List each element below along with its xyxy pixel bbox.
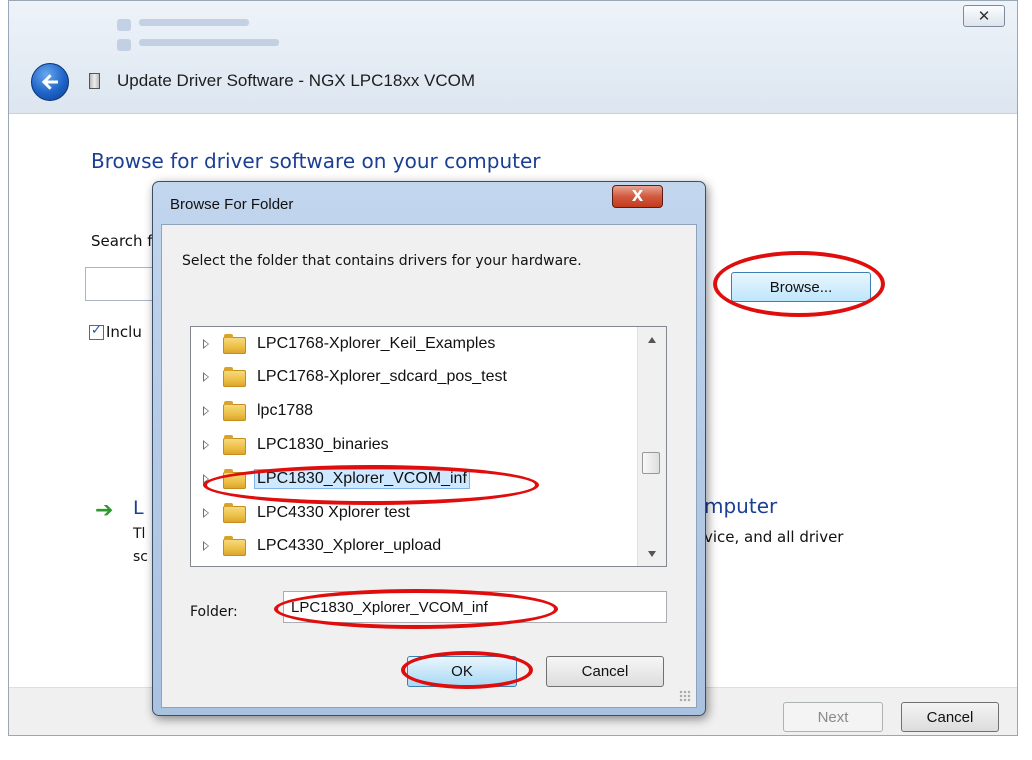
- wizard-title-bar: ✕ Update Driver Software - NGX LPC18xx V…: [9, 1, 1017, 114]
- folder-tree-item[interactable]: LPC1768-Xplorer_Keil_Examples: [191, 330, 637, 360]
- scroll-down-arrow-icon[interactable]: [648, 551, 656, 557]
- ok-button[interactable]: OK: [407, 656, 517, 687]
- folder-icon: [223, 401, 246, 421]
- folder-icon: [223, 469, 246, 489]
- folder-tree[interactable]: LPC1768-Xplorer_Keil_Examples LPC1768-Xp…: [190, 326, 667, 567]
- folder-name: lpc1788: [257, 402, 314, 419]
- dialog-title: Browse For Folder: [170, 196, 294, 213]
- device-icon: [89, 73, 100, 89]
- folder-tree-item[interactable]: LPC4330 Xplorer test: [191, 499, 637, 529]
- background-ghost-text: [139, 39, 279, 46]
- folder-icon: [223, 367, 246, 387]
- folder-name: LPC4330_Xplorer_upload: [257, 537, 442, 554]
- dialog-instruction: Select the folder that contains drivers …: [182, 253, 582, 269]
- expand-arrow-icon[interactable]: [203, 541, 209, 551]
- folder-tree-item[interactable]: LPC1830_binaries: [191, 431, 637, 461]
- folder-tree-item[interactable]: lpc1788: [191, 397, 637, 427]
- tree-scrollbar[interactable]: [637, 327, 666, 566]
- browse-for-folder-dialog: Browse For Folder X Select the folder th…: [152, 181, 706, 716]
- scroll-up-arrow-icon[interactable]: [648, 337, 656, 343]
- next-button[interactable]: Next: [783, 702, 883, 732]
- pick-option-title[interactable]: L: [133, 497, 144, 519]
- folder-icon: [223, 503, 246, 523]
- folder-icon: [223, 435, 246, 455]
- expand-arrow-icon[interactable]: [203, 474, 209, 484]
- browse-button[interactable]: Browse...: [731, 272, 871, 302]
- folder-field-label: Folder:: [190, 604, 238, 620]
- back-arrow-icon: [41, 74, 58, 90]
- folder-name: LPC1768-Xplorer_Keil_Examples: [257, 335, 496, 352]
- folder-icon: [223, 334, 246, 354]
- dialog-cancel-button[interactable]: Cancel: [546, 656, 664, 687]
- green-arrow-icon: ➔: [95, 498, 114, 523]
- scrollbar-thumb[interactable]: [642, 452, 660, 474]
- window-close-button[interactable]: ✕: [963, 5, 1005, 27]
- expand-arrow-icon[interactable]: [203, 406, 209, 416]
- window-title: Update Driver Software - NGX LPC18xx VCO…: [117, 71, 476, 90]
- expand-arrow-icon[interactable]: [203, 508, 209, 518]
- expand-arrow-icon[interactable]: [203, 440, 209, 450]
- expand-arrow-icon[interactable]: [203, 339, 209, 349]
- folder-name: LPC1830_binaries: [257, 436, 389, 453]
- background-ghost-icon: [117, 19, 131, 31]
- dialog-close-button[interactable]: X: [612, 185, 663, 208]
- search-label: Search f: [91, 232, 153, 250]
- include-subfolders-checkbox[interactable]: [89, 323, 104, 340]
- folder-name: LPC4330 Xplorer test: [257, 504, 410, 521]
- pick-option-description: Tl: [133, 526, 146, 542]
- folder-name: LPC1830_Xplorer_VCOM_inf: [254, 469, 470, 489]
- folder-tree-item[interactable]: LPC1768-Xplorer_sdcard_pos_test: [191, 363, 637, 393]
- cancel-button[interactable]: Cancel: [901, 702, 999, 732]
- pick-option-description: sc: [133, 549, 148, 565]
- resize-grip-icon[interactable]: [679, 690, 691, 702]
- back-button[interactable]: [31, 63, 69, 101]
- pick-option-description: vice, and all driver: [704, 528, 844, 546]
- folder-tree-item[interactable]: LPC4330_Xplorer_upload: [191, 532, 637, 562]
- background-ghost-icon: [117, 39, 131, 51]
- folder-icon: [223, 536, 246, 556]
- folder-name-input[interactable]: [283, 591, 667, 623]
- expand-arrow-icon[interactable]: [203, 372, 209, 382]
- page-heading: Browse for driver software on your compu…: [91, 149, 541, 173]
- folder-tree-item-selected[interactable]: LPC1830_Xplorer_VCOM_inf: [191, 465, 637, 495]
- include-subfolders-label: Inclu: [106, 323, 142, 341]
- pick-option-title[interactable]: mputer: [704, 494, 777, 518]
- background-ghost-text: [139, 19, 249, 26]
- folder-name: LPC1768-Xplorer_sdcard_pos_test: [257, 368, 507, 385]
